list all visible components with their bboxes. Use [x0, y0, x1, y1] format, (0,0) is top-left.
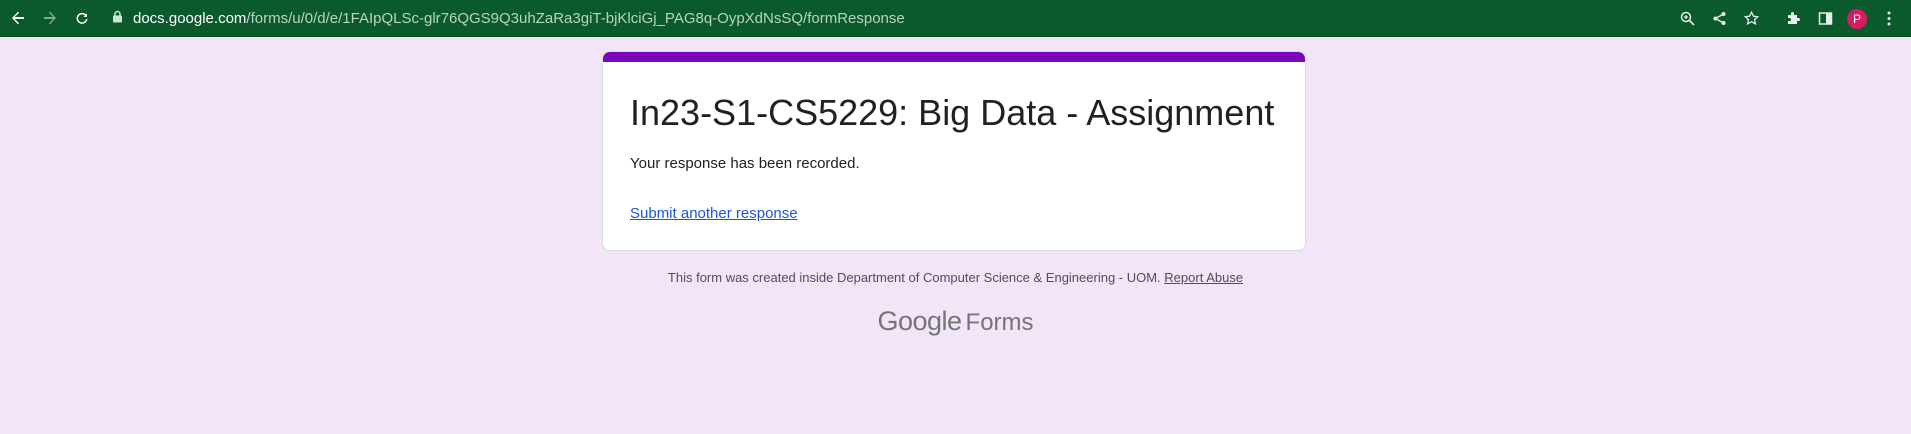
brand-google: Google [877, 306, 962, 336]
share-icon[interactable] [1703, 3, 1735, 34]
extensions-icon[interactable] [1777, 3, 1809, 34]
confirmation-card: In23-S1-CS5229: Big Data - Assignment Yo… [602, 51, 1306, 251]
lock-icon[interactable] [112, 10, 123, 27]
brand-forms: Forms [965, 309, 1034, 336]
form-footer: This form was created inside Department … [0, 270, 1911, 285]
url-path: /forms/u/0/d/e/1FAIpQLSc-glr76QGS9Q3uhZa… [246, 10, 905, 27]
created-inside-text: This form was created inside Department … [667, 270, 1161, 285]
side-panel-icon[interactable] [1809, 3, 1841, 34]
avatar: P [1847, 8, 1867, 29]
card-accent-bar [603, 52, 1305, 62]
back-arrow-icon[interactable] [2, 2, 34, 34]
browser-toolbar: docs.google.com/forms/u/0/d/e/1FAIpQLSc-… [0, 0, 1911, 37]
toolbar-actions: P [1671, 3, 1905, 34]
form-title: In23-S1-CS5229: Big Data - Assignment [630, 92, 1275, 133]
star-icon[interactable] [1735, 3, 1767, 34]
address-bar[interactable]: docs.google.com/forms/u/0/d/e/1FAIpQLSc-… [100, 4, 1720, 33]
google-forms-logo[interactable]: Google Forms [0, 306, 1911, 337]
profile-avatar[interactable]: P [1841, 3, 1873, 34]
kebab-menu-icon[interactable] [1873, 3, 1905, 34]
zoom-icon[interactable] [1671, 3, 1703, 34]
report-abuse-link[interactable]: Report Abuse [1164, 270, 1243, 285]
forward-arrow-icon[interactable] [34, 2, 66, 34]
confirmation-message: Your response has been recorded. [630, 155, 860, 172]
reload-icon[interactable] [66, 2, 98, 34]
url-domain: docs.google.com [133, 10, 247, 27]
submit-another-response-link[interactable]: Submit another response [630, 205, 798, 222]
